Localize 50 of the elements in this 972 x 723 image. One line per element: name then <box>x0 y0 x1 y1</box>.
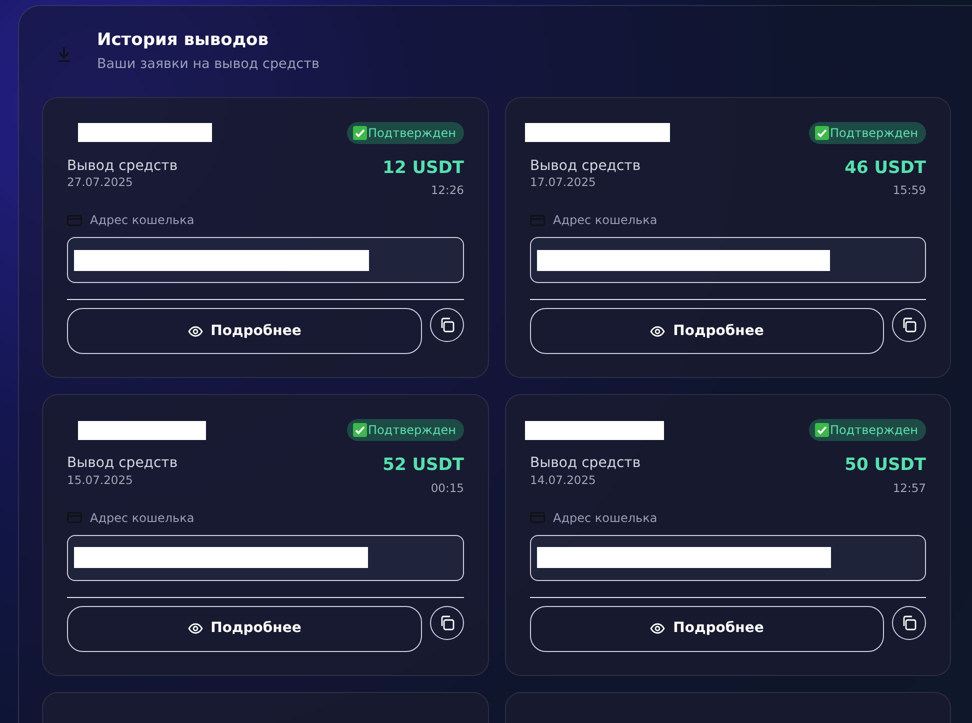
date-text: 27.07.2025 <box>67 174 134 192</box>
details-button[interactable]: Подробнее <box>530 308 884 354</box>
copy-icon <box>901 614 917 631</box>
wallet-label: Адрес кошелька <box>90 510 194 527</box>
copy-button[interactable] <box>430 308 464 342</box>
time-text: 12:57 <box>892 480 926 497</box>
copy-icon <box>439 614 455 631</box>
details-button[interactable]: Подробнее <box>67 606 422 652</box>
copy-button[interactable] <box>892 606 926 640</box>
card-icon <box>67 214 82 226</box>
status-badge: Подтвержден <box>808 419 926 442</box>
copy-icon <box>901 317 917 334</box>
amount-text: 46 USDT <box>844 158 926 178</box>
details-button[interactable]: Подробнее <box>530 606 884 652</box>
status-badge: Подтвержден <box>346 419 464 442</box>
amount-text: 52 USDT <box>382 455 464 476</box>
copy-button[interactable] <box>430 606 464 640</box>
time-text: 00:15 <box>430 480 464 497</box>
time-text: 15:59 <box>892 182 926 200</box>
eye-icon <box>188 326 203 337</box>
withdrawal-label: Вывод средств <box>67 158 178 174</box>
check-icon <box>814 126 829 140</box>
status-badge: Подтвержден <box>808 122 926 144</box>
check-icon <box>352 423 367 438</box>
card-icon <box>530 512 545 524</box>
amount-text: 12 USDT <box>382 158 464 178</box>
eye-icon <box>188 623 203 634</box>
details-button[interactable]: Подробнее <box>67 308 422 354</box>
date-text: 15.07.2025 <box>67 472 134 490</box>
eye-icon <box>650 623 666 634</box>
panel-subtitle: Ваши заявки на вывод средств <box>97 55 320 74</box>
panel-title: История выводов <box>97 30 270 50</box>
card-icon <box>67 512 82 524</box>
withdrawal-label: Вывод средств <box>530 158 641 174</box>
copy-icon <box>439 317 455 334</box>
wallet-label: Адрес кошелька <box>90 212 194 230</box>
copy-button[interactable] <box>892 308 926 342</box>
withdrawal-label: Вывод средств <box>530 455 641 472</box>
check-icon <box>352 126 367 140</box>
status-badge: Подтвержден <box>346 122 464 144</box>
wallet-label: Адрес кошелька <box>553 510 658 527</box>
date-text: 14.07.2025 <box>530 472 597 490</box>
date-text: 17.07.2025 <box>530 174 597 192</box>
check-icon <box>814 423 829 438</box>
amount-text: 50 USDT <box>844 455 926 476</box>
wallet-label: Адрес кошелька <box>553 212 658 230</box>
time-text: 12:26 <box>430 182 464 200</box>
withdrawal-label: Вывод средств <box>67 455 178 472</box>
eye-icon <box>650 326 666 337</box>
card-icon <box>530 214 545 226</box>
